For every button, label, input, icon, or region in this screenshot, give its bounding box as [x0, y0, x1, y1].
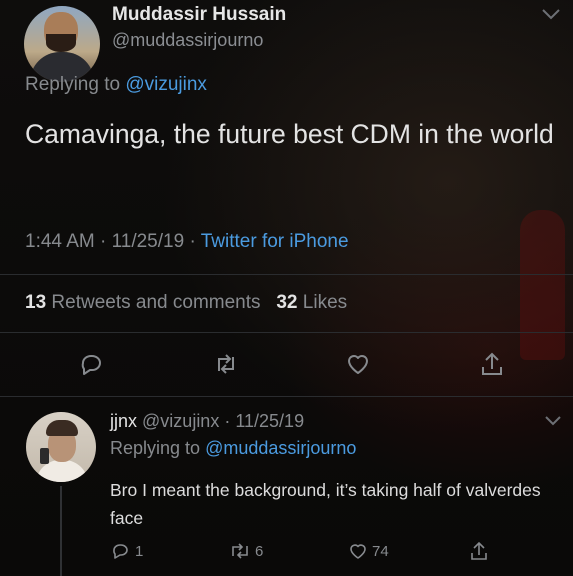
reply-author-handle[interactable]: @vizujinx [142, 411, 219, 431]
chevron-down-icon[interactable] [544, 414, 562, 428]
author-avatar[interactable] [24, 6, 100, 82]
tweet-date[interactable]: 11/25/19 [112, 231, 185, 252]
tweet-source[interactable]: Twitter for iPhone [201, 231, 349, 252]
heart-icon[interactable] [347, 540, 369, 562]
tweet-thread: Muddassir Hussain @muddassirjourno Reply… [0, 0, 573, 576]
reply-author-avatar[interactable] [26, 412, 96, 482]
chevron-down-icon[interactable] [540, 6, 562, 22]
reply-replying-to: Replying to @muddassirjourno [110, 438, 356, 459]
reply-replying-mention[interactable]: @muddassirjourno [205, 438, 356, 458]
tweet-meta: 1:44 AM · 11/25/19 · Twitter for iPhone [25, 231, 349, 252]
divider [0, 396, 573, 397]
reply-retweet-count: 6 [255, 542, 264, 560]
reply-like-button[interactable]: 74 [347, 540, 389, 562]
retweets-label[interactable]: Retweets and comments [51, 292, 260, 313]
reply-icon[interactable] [110, 540, 132, 562]
tweet-text: Camavinga, the future best CDM in the wo… [25, 119, 554, 149]
reply-icon[interactable] [77, 350, 105, 378]
thread-line [60, 486, 62, 576]
reply-reply-count: 1 [135, 542, 144, 560]
likes-count[interactable]: 32 [276, 292, 297, 313]
reply-share-button[interactable] [468, 540, 490, 562]
reply-date[interactable]: 11/25/19 [235, 411, 304, 431]
replying-mention[interactable]: @vizujinx [125, 74, 207, 95]
reply-reply-button[interactable]: 1 [110, 540, 143, 562]
likes-label[interactable]: Likes [303, 292, 347, 313]
heart-icon[interactable] [344, 350, 372, 378]
reply-header: jjnx @vizujinx · 11/25/19 [110, 411, 305, 431]
retweets-count[interactable]: 13 [25, 292, 46, 313]
share-icon[interactable] [478, 350, 506, 378]
reply-retweet-button[interactable]: 6 [228, 540, 263, 562]
reply-replying-label: Replying to [110, 438, 201, 458]
reply-like-count: 74 [372, 542, 389, 560]
retweet-icon[interactable] [228, 540, 252, 562]
replying-label: Replying to [25, 74, 121, 95]
author-name[interactable]: Muddassir Hussain [112, 4, 286, 26]
reply-text: Bro I meant the background, it’s taking … [110, 480, 541, 528]
tweet-stats: 13 Retweets and comments 32 Likes [25, 292, 347, 314]
author-handle[interactable]: @muddassirjourno [112, 30, 263, 51]
replying-to: Replying to @vizujinx [25, 74, 207, 96]
tweet-time[interactable]: 1:44 AM [25, 231, 95, 252]
retweet-icon[interactable] [212, 350, 240, 378]
reply-author-name[interactable]: jjnx [110, 411, 137, 431]
share-icon[interactable] [468, 540, 490, 562]
divider [0, 274, 573, 275]
divider [0, 332, 573, 333]
